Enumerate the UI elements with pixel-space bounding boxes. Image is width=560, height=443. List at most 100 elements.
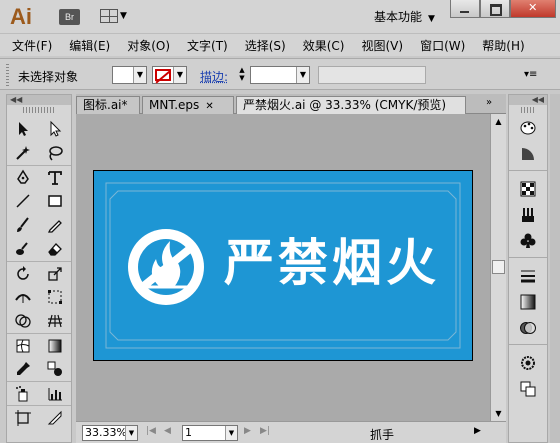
expand-panels-icon[interactable]: ◀◀: [509, 95, 547, 105]
direct-selection-tool[interactable]: [39, 117, 71, 141]
gradient-icon: [48, 339, 62, 352]
vertical-scrollbar[interactable]: ▲ ▼: [490, 114, 506, 421]
menu-window[interactable]: 窗口(W): [420, 37, 465, 54]
next-artboard-icon[interactable]: ▶: [244, 426, 251, 436]
direct-selection-arrow-icon: [50, 120, 62, 137]
minimize-button[interactable]: [450, 0, 480, 18]
scale-tool[interactable]: [39, 261, 71, 285]
blend-tool[interactable]: [39, 357, 71, 381]
menu-view[interactable]: 视图(V): [361, 37, 403, 54]
scroll-up-icon[interactable]: ▲: [491, 114, 506, 129]
stroke-panel-link[interactable]: 描边:: [200, 68, 228, 85]
line-icon: [16, 194, 30, 208]
color-guide-icon: [522, 148, 534, 160]
gradient-panel-button[interactable]: [509, 289, 547, 315]
eraser-tool[interactable]: [39, 237, 71, 261]
document-tab-bar: 图标.ai* MNT.eps ✕ 严禁烟火.ai @ 33.33% (CMYK/预…: [76, 94, 506, 114]
lasso-icon: [49, 146, 63, 161]
artboard[interactable]: 严禁烟火: [93, 170, 473, 361]
blob-brush-tool[interactable]: [7, 237, 39, 261]
paintbrush-tool[interactable]: [7, 213, 39, 237]
menu-edit[interactable]: 编辑(E): [69, 37, 110, 54]
color-guide-panel-button[interactable]: [509, 141, 547, 167]
tab-document[interactable]: MNT.eps ✕: [142, 96, 234, 114]
dock-scrollbar[interactable]: [550, 94, 560, 443]
first-artboard-icon[interactable]: |◀: [146, 426, 156, 436]
menu-object[interactable]: 对象(O): [127, 37, 170, 54]
variable-width-profile-select[interactable]: [318, 66, 426, 84]
swatches-panel-button[interactable]: [509, 176, 547, 202]
close-tab-icon[interactable]: ✕: [205, 101, 213, 112]
pencil-tool[interactable]: [39, 213, 71, 237]
menu-select[interactable]: 选择(S): [245, 37, 286, 54]
stroke-weight-input[interactable]: ▼: [250, 66, 310, 84]
bridge-button[interactable]: Br: [59, 9, 80, 25]
width-tool[interactable]: [7, 285, 39, 309]
scroll-down-icon[interactable]: ▼: [491, 406, 506, 421]
chevron-down-icon: ▼: [428, 14, 435, 24]
blob-brush-icon: [16, 242, 28, 255]
column-graph-tool[interactable]: [39, 381, 71, 405]
type-tool[interactable]: [39, 165, 71, 189]
perspective-grid-tool[interactable]: [39, 309, 71, 333]
control-bar-grip[interactable]: [6, 64, 9, 86]
arrange-documents-button[interactable]: ▼: [100, 9, 128, 25]
title-bar: Ai Br ▼ 基本功能 ▼: [0, 0, 560, 34]
panel-collapse-icon[interactable]: ◀◀: [7, 95, 71, 105]
chevron-down-icon: ▼: [173, 67, 186, 83]
gradient-tool[interactable]: [39, 333, 71, 357]
previous-artboard-icon[interactable]: ◀: [164, 426, 171, 436]
chevron-down-icon: ▼: [125, 426, 137, 440]
menu-help[interactable]: 帮助(H): [482, 37, 524, 54]
scroll-thumb[interactable]: [492, 260, 505, 274]
slice-tool[interactable]: [39, 405, 71, 429]
magic-wand-tool[interactable]: [7, 141, 39, 165]
stroke-color-picker[interactable]: ▼: [152, 66, 187, 84]
panel-menu-icon[interactable]: ▾≡: [524, 69, 537, 80]
mesh-tool[interactable]: [7, 333, 39, 357]
symbols-panel-button[interactable]: [509, 228, 547, 254]
lasso-tool[interactable]: [39, 141, 71, 165]
panel-grip[interactable]: [23, 107, 55, 113]
zoom-level-select[interactable]: 33.33% ▼: [82, 425, 138, 441]
appearance-icon: [521, 356, 535, 370]
club-symbol-icon: [520, 233, 536, 248]
free-transform-tool[interactable]: [39, 285, 71, 309]
close-button[interactable]: [509, 0, 556, 18]
selection-arrow-icon: [19, 122, 28, 136]
fill-color-picker[interactable]: ▼: [112, 66, 147, 84]
artboard-number-select[interactable]: 1 ▼: [182, 425, 238, 441]
tab-document-active[interactable]: 严禁烟火.ai @ 33.33% (CMYK/预览): [236, 96, 466, 114]
panel-grip[interactable]: [521, 107, 535, 113]
mesh-icon: [16, 339, 30, 352]
last-artboard-icon[interactable]: ▶|: [260, 426, 270, 436]
app-logo: Ai: [10, 4, 32, 29]
stroke-panel-button[interactable]: [509, 263, 547, 289]
more-tabs-icon[interactable]: »: [486, 97, 492, 108]
workspace-switcher[interactable]: 基本功能 ▼: [374, 8, 435, 25]
menu-file[interactable]: 文件(F): [12, 37, 52, 54]
eyedropper-tool[interactable]: [7, 357, 39, 381]
transparency-panel-button[interactable]: [509, 315, 547, 341]
line-tool[interactable]: [7, 189, 39, 213]
symbol-sprayer-tool[interactable]: [7, 381, 39, 405]
tools-panel: ◀◀: [6, 94, 72, 443]
shape-builder-tool[interactable]: [7, 309, 39, 333]
column-graph-icon: [48, 387, 62, 400]
rectangle-tool[interactable]: [39, 189, 71, 213]
pen-tool[interactable]: [7, 165, 39, 189]
free-transform-icon: [48, 290, 62, 304]
color-panel-button[interactable]: [509, 115, 547, 141]
layers-panel-button[interactable]: [509, 376, 547, 402]
brushes-panel-button[interactable]: [509, 202, 547, 228]
artboard-tool[interactable]: [7, 405, 39, 429]
menu-type[interactable]: 文字(T): [187, 37, 228, 54]
selection-tool[interactable]: [7, 117, 39, 141]
menu-effect[interactable]: 效果(C): [303, 37, 345, 54]
tab-document[interactable]: 图标.ai*: [76, 96, 140, 114]
maximize-button[interactable]: [479, 0, 510, 18]
status-menu-icon[interactable]: ▶: [474, 426, 481, 436]
rotate-tool[interactable]: [7, 261, 39, 285]
stroke-weight-stepper[interactable]: ▲ ▼: [235, 66, 249, 84]
appearance-panel-button[interactable]: [509, 350, 547, 376]
